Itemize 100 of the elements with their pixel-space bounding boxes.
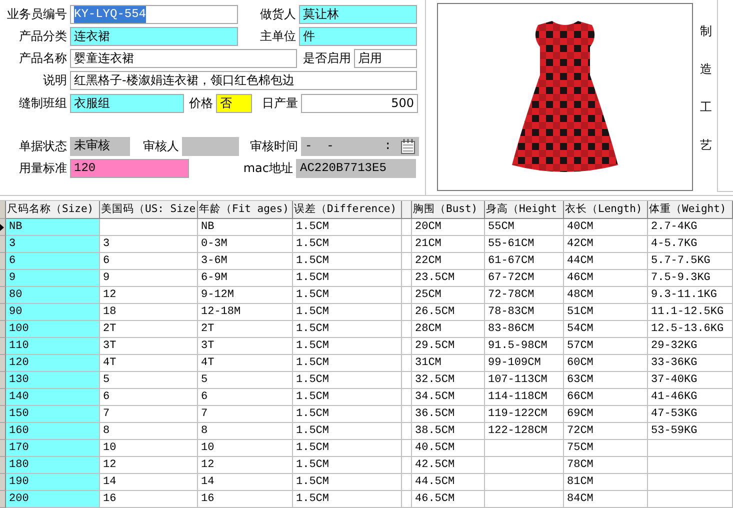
- table-cell: 78CM: [564, 457, 648, 474]
- column-header[interactable]: 年龄（Fit ages): [198, 201, 293, 219]
- field-label: 审核人: [142, 138, 180, 155]
- table-cell: 42CM: [564, 236, 648, 253]
- table-cell: 53-59KG: [648, 423, 733, 440]
- table-cell: [402, 287, 412, 304]
- input-field[interactable]: 莫让林: [299, 5, 417, 24]
- column-header[interactable]: 胸围（Bust): [412, 201, 485, 219]
- table-cell: 107-113CM: [485, 372, 564, 389]
- table-cell: 3-6M: [198, 253, 293, 270]
- table-cell: 8: [100, 423, 198, 440]
- table-cell: 0-3M: [198, 236, 293, 253]
- table-cell: [402, 423, 412, 440]
- date-field[interactable]: - - :: [301, 137, 419, 156]
- table-cell: 6: [6, 253, 100, 270]
- field-label: 用量标准: [18, 160, 68, 177]
- table-cell: 26.5CM: [412, 304, 485, 321]
- field-label: 说明: [42, 72, 68, 89]
- calendar-icon[interactable]: [401, 139, 415, 154]
- table-cell: 1.5CM: [293, 389, 402, 406]
- table-cell: 33-36KG: [648, 355, 733, 372]
- table-cell: 22CM: [412, 253, 485, 270]
- table-cell: 6: [100, 253, 198, 270]
- table-cell: 114-118CM: [485, 389, 564, 406]
- column-header[interactable]: 体重（Weight): [648, 201, 733, 219]
- table-cell: 40.5CM: [412, 440, 485, 457]
- column-header[interactable]: 身高（Height: [485, 201, 564, 219]
- input-field[interactable]: [182, 137, 239, 156]
- table-cell: 100: [6, 321, 100, 338]
- table-cell: 12-18M: [198, 304, 293, 321]
- table-cell: 51CM: [564, 304, 648, 321]
- row-indicator[interactable]: [0, 219, 6, 236]
- field-label: 产品名称: [18, 50, 68, 67]
- table-cell: 119-122CM: [485, 406, 564, 423]
- input-field[interactable]: 未审核: [70, 137, 130, 156]
- column-header[interactable]: 美国码（US: Size: [100, 201, 198, 219]
- input-field[interactable]: AC220B7713E5: [296, 159, 416, 178]
- table-cell: 1.5CM: [293, 491, 402, 508]
- table-cell: [402, 236, 412, 253]
- table-cell: 32.5CM: [412, 372, 485, 389]
- table-cell: 10: [100, 440, 198, 457]
- table-cell: 55CM: [485, 219, 564, 236]
- table-cell: 23.5CM: [412, 270, 485, 287]
- table-cell: 90: [6, 304, 100, 321]
- table-cell: 66CM: [564, 389, 648, 406]
- column-header[interactable]: [402, 201, 412, 219]
- input-field[interactable]: 500: [301, 94, 418, 113]
- table-cell: 130: [6, 372, 100, 389]
- input-field[interactable]: 红黑格子-楼溆娟连衣裙，领口红色棉包边: [70, 71, 417, 90]
- field-label: 是否启用: [302, 50, 352, 67]
- table-cell: [402, 338, 412, 355]
- table-cell: 6-9M: [198, 270, 293, 287]
- table-cell: [402, 406, 412, 423]
- table-cell: 5: [100, 372, 198, 389]
- table-cell: 83-86CM: [485, 321, 564, 338]
- table-cell: 25CM: [412, 287, 485, 304]
- table-cell: 3: [100, 236, 198, 253]
- field-label: 缝制班组: [18, 95, 68, 112]
- input-field[interactable]: 启用: [354, 49, 417, 68]
- table-cell: 14: [198, 474, 293, 491]
- input-field[interactable]: 件: [299, 27, 417, 46]
- table-cell: 150: [6, 406, 100, 423]
- column-header[interactable]: 误差（Difference): [293, 201, 402, 219]
- table-cell: 16: [198, 491, 293, 508]
- table-cell: 61-67CM: [485, 253, 564, 270]
- field-label: 做货人: [259, 6, 297, 23]
- input-field[interactable]: 婴童连衣裙: [70, 49, 297, 68]
- table-cell: 14: [100, 474, 198, 491]
- input-field[interactable]: 衣服组: [70, 94, 184, 113]
- table-cell: [402, 321, 412, 338]
- table-cell: 67-72CM: [485, 270, 564, 287]
- field-label: 日产量: [261, 95, 299, 112]
- table-cell: 1.5CM: [293, 219, 402, 236]
- table-cell: 84CM: [564, 491, 648, 508]
- table-cell: 80: [6, 287, 100, 304]
- input-field[interactable]: 连衣裙: [70, 27, 238, 46]
- table-cell: 7: [100, 406, 198, 423]
- table-cell: 72CM: [564, 423, 648, 440]
- input-field[interactable]: 120: [70, 159, 189, 178]
- column-header[interactable]: 尺码名称（Size): [6, 201, 100, 219]
- table-cell: 37-40KG: [648, 372, 733, 389]
- input-field[interactable]: KY-LYQ-554: [70, 5, 238, 24]
- table-cell: [402, 304, 412, 321]
- table-cell: 1.5CM: [293, 236, 402, 253]
- table-cell: 110: [6, 338, 100, 355]
- table-cell: NB: [198, 219, 293, 236]
- table-cell: 42.5CM: [412, 457, 485, 474]
- table-cell: 1.5CM: [293, 440, 402, 457]
- table-cell: 20CM: [412, 219, 485, 236]
- table-cell: [402, 474, 412, 491]
- table-cell: 55-61CM: [485, 236, 564, 253]
- table-cell: 5: [198, 372, 293, 389]
- column-header[interactable]: 衣长（Length): [564, 201, 648, 219]
- table-cell: 21CM: [412, 236, 485, 253]
- table-cell: 200: [6, 491, 100, 508]
- table-cell: [402, 355, 412, 372]
- table-cell: 4-5.7KG: [648, 236, 733, 253]
- table-cell: 31CM: [412, 355, 485, 372]
- table-cell: 9-12M: [198, 287, 293, 304]
- input-field[interactable]: 否: [216, 94, 252, 113]
